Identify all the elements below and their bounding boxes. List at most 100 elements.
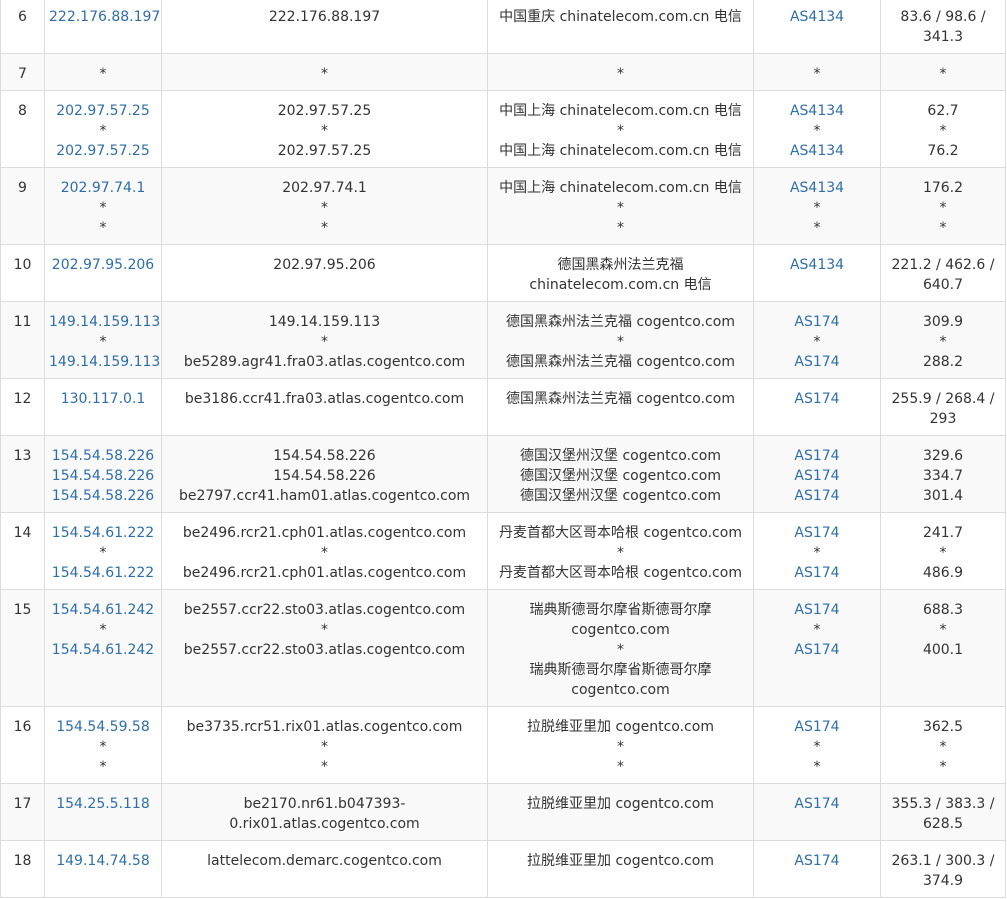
asn-link[interactable]: AS174 (758, 466, 876, 486)
location: 拉脱维亚里加 cogentco.com (527, 853, 714, 869)
asn-link[interactable]: AS4134 (758, 178, 876, 198)
location: * (617, 220, 624, 236)
asn-link[interactable]: AS174 (758, 389, 876, 409)
table-row: 12 130.117.0.1 be3186.ccr41.fra03.atlas.co… (0, 378, 1006, 436)
ip-link[interactable]: 149.14.159.113 (49, 312, 160, 332)
hop-number-cell: 9 (0, 167, 45, 245)
asn-link[interactable]: AS174 (758, 794, 876, 814)
location: 德国汉堡州汉堡 cogentco.com (520, 468, 721, 484)
location: 德国黑森州法兰克福 cogentco.com (506, 391, 735, 407)
location-cell: 德国黑森州法兰克福 cogentco.com * 德国黑森州法兰克福 cogentc… (487, 301, 754, 379)
ip-link[interactable]: 202.97.95.206 (49, 255, 157, 275)
asn-link[interactable]: AS174 (758, 486, 876, 506)
table-row: 6 222.176.88.197 222.176.88.197 中国重庆 chinat… (0, 0, 1006, 54)
asn-link[interactable]: AS174 (758, 523, 876, 543)
ip-link[interactable]: 154.54.58.226 (49, 446, 157, 466)
hop-number-cell: 8 (0, 90, 45, 168)
location-cell: 德国黑森州法兰克福 cogentco.com (487, 378, 754, 436)
ip-link: * (99, 545, 107, 561)
latency: 334.7 (922, 468, 964, 484)
ip-link: * (99, 220, 107, 236)
location: * (617, 334, 624, 350)
hop-number-cell: 12 (0, 378, 45, 436)
ip-link[interactable]: 202.97.57.25 (49, 141, 157, 161)
latency: * (939, 66, 947, 82)
latency-cell: 688.3 * 400.1 (880, 589, 1006, 707)
hostname: * (321, 545, 328, 561)
hop-number: 9 (18, 180, 27, 196)
traceroute-table: 6 222.176.88.197 222.176.88.197 中国重庆 chinat… (0, 0, 1006, 898)
hostname: be5289.agr41.fra03.atlas.cogentco.com (183, 354, 466, 370)
ip-link-cell: 149.14.159.113 * 149.14.159.113 (44, 301, 162, 379)
ip-link[interactable]: 202.97.57.25 (49, 101, 157, 121)
hostname: be2797.ccr41.ham01.atlas.cogentco.com (178, 488, 471, 504)
table-row: 14 154.54.61.222 * 154.54.61.222 be2496.rcr2… (0, 512, 1006, 590)
hop-number-cell: 7 (0, 53, 45, 91)
asn-link[interactable]: AS4134 (758, 101, 876, 121)
asn-link[interactable]: AS4134 (758, 255, 876, 275)
ip-link[interactable]: 154.54.61.242 (49, 640, 157, 660)
ip-link[interactable]: 154.54.61.222 (49, 523, 157, 543)
asn-link-cell: AS174 * AS174 (753, 301, 881, 379)
ip-link[interactable]: 154.54.61.222 (49, 563, 157, 583)
asn-link[interactable]: AS4134 (758, 141, 876, 161)
ip-link: * (99, 200, 107, 216)
ip-link[interactable]: 154.54.59.58 (49, 717, 157, 737)
asn-link: * (813, 739, 821, 755)
hop-number-cell: 18 (0, 840, 45, 898)
asn-link[interactable]: AS174 (758, 851, 876, 871)
hostname: be2170.nr61.b047393-0.rix01.atlas.cogent… (229, 796, 420, 832)
traceroute-results: 6 222.176.88.197 222.176.88.197 中国重庆 chinat… (0, 0, 1007, 898)
hop-number-cell: 16 (0, 706, 45, 784)
hostname: be2557.ccr22.sto03.atlas.cogentco.com (183, 602, 466, 618)
hostname: * (321, 220, 328, 236)
latency: * (939, 334, 947, 350)
hostname: * (321, 759, 328, 775)
ip-link[interactable]: 154.54.58.226 (49, 486, 157, 506)
hop-number-cell: 6 (0, 0, 45, 54)
latency: 255.9 / 268.4 / 293 (891, 391, 995, 427)
hop-number-cell: 11 (0, 301, 45, 379)
location-cell: 拉脱维亚里加 cogentco.com (487, 783, 754, 841)
ip-link-cell: 154.54.61.222 * 154.54.61.222 (44, 512, 162, 590)
ip-link[interactable]: 154.25.5.118 (49, 794, 157, 814)
location-cell: 拉脱维亚里加 cogentco.com * * (487, 706, 754, 784)
location: * (617, 759, 624, 775)
ip-link[interactable]: 154.54.61.242 (49, 600, 157, 620)
location: * (617, 642, 624, 658)
hostname: be2496.rcr21.cph01.atlas.cogentco.com (182, 525, 467, 541)
ip-link[interactable]: 130.117.0.1 (49, 389, 157, 409)
ip-link[interactable]: 149.14.159.113 (49, 352, 160, 372)
ip-link[interactable]: 154.54.58.226 (49, 466, 157, 486)
hop-number: 7 (18, 66, 27, 82)
hop-number: 15 (13, 602, 32, 618)
asn-link[interactable]: AS4134 (758, 7, 876, 27)
hostname: be2557.ccr22.sto03.atlas.cogentco.com (183, 642, 466, 658)
latency-cell: 362.5 * * (880, 706, 1006, 784)
latency: 221.2 / 462.6 / 640.7 (891, 257, 995, 293)
ip-link[interactable]: 222.176.88.197 (49, 7, 160, 27)
location-cell: 中国上海 chinatelecom.com.cn 电信 * 中国上海 chinate… (487, 90, 754, 168)
hostname: 202.97.57.25 (277, 143, 372, 159)
asn-link[interactable]: AS174 (758, 352, 876, 372)
location: 拉脱维亚里加 cogentco.com (527, 719, 714, 735)
asn-link[interactable]: AS174 (758, 446, 876, 466)
asn-link: * (813, 334, 821, 350)
asn-link[interactable]: AS174 (758, 600, 876, 620)
asn-link[interactable]: AS174 (758, 717, 876, 737)
asn-link[interactable]: AS174 (758, 312, 876, 332)
asn-link-cell: AS174 (753, 378, 881, 436)
latency: 688.3 (922, 602, 964, 618)
latency: 83.6 / 98.6 / 341.3 (900, 9, 986, 45)
latency-cell: * (880, 53, 1006, 91)
hostname-cell: * (161, 53, 488, 91)
location: 丹麦首都大区哥本哈根 cogentco.com (499, 565, 742, 581)
asn-link-cell: AS4134 (753, 244, 881, 302)
ip-link[interactable]: 149.14.74.58 (49, 851, 157, 871)
asn-link[interactable]: AS174 (758, 640, 876, 660)
ip-link-cell: * (44, 53, 162, 91)
hostname-cell: be3735.rcr51.rix01.atlas.cogentco.com * * (161, 706, 488, 784)
location: 中国上海 chinatelecom.com.cn 电信 (499, 103, 742, 119)
asn-link[interactable]: AS174 (758, 563, 876, 583)
ip-link[interactable]: 202.97.74.1 (49, 178, 157, 198)
